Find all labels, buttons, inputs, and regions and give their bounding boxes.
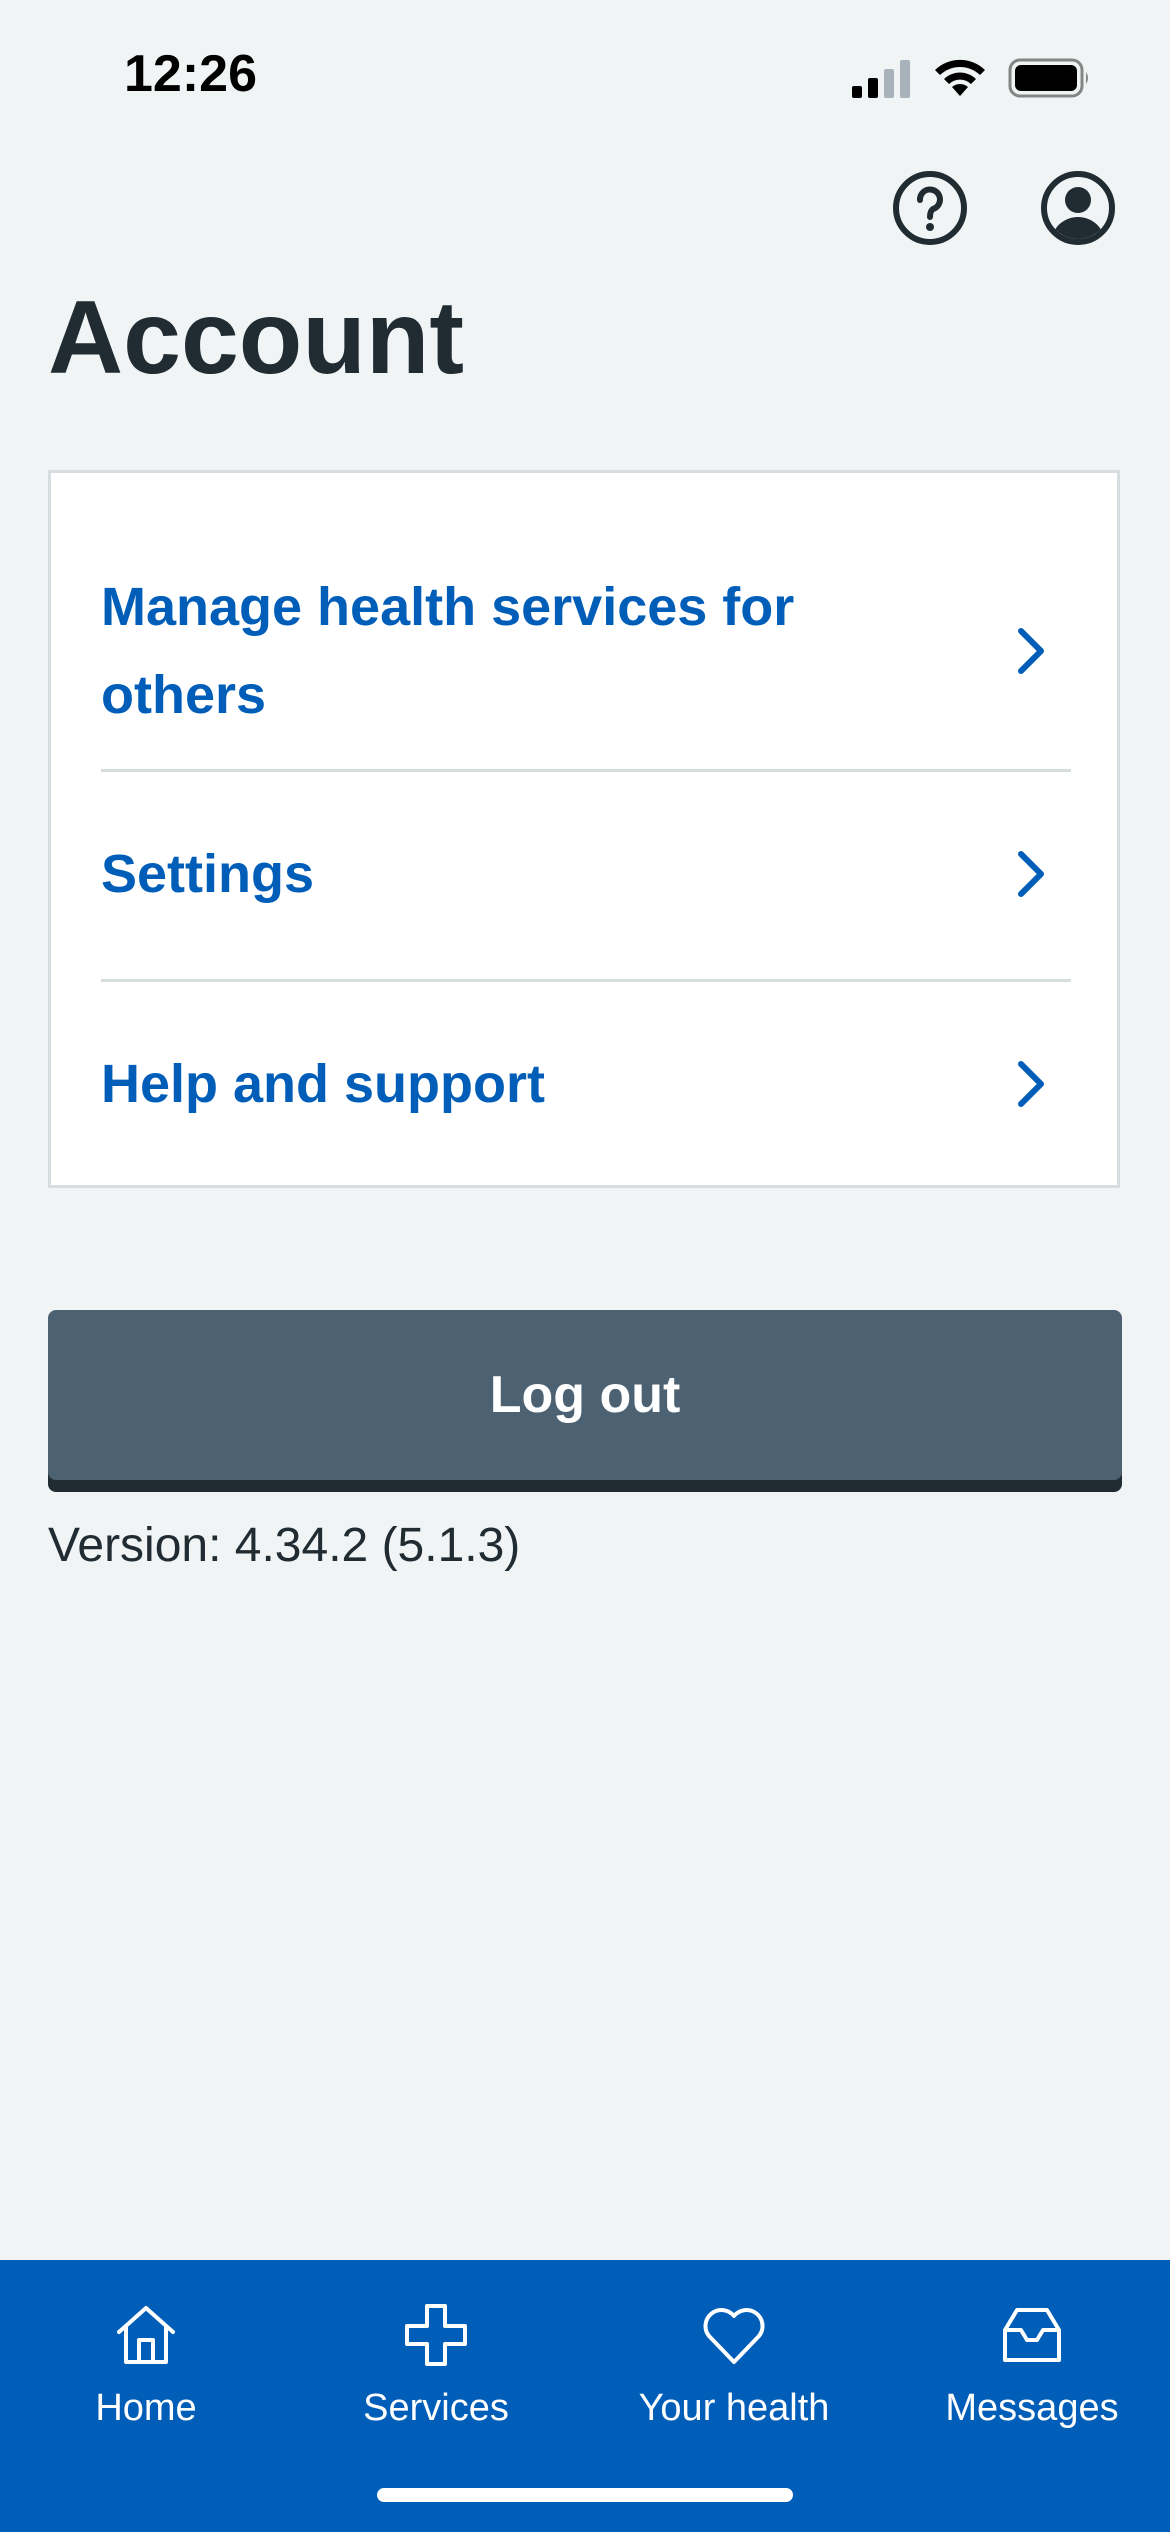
menu-item-settings[interactable]: Settings [101, 769, 1071, 979]
nav-tab-messages[interactable]: Messages [886, 2300, 1170, 2450]
cellular-signal-icon [852, 60, 910, 98]
user-profile-icon [1041, 171, 1115, 245]
menu-item-label: Help and support [101, 1054, 545, 1114]
nav-label: Home [95, 2387, 197, 2429]
nav-label: Services [363, 2387, 509, 2429]
menu-item-label: Manage health services for others [101, 577, 795, 725]
nav-label: Your health [638, 2387, 830, 2429]
status-time: 12:26 [124, 45, 257, 103]
menu-item-label: Settings [101, 844, 315, 904]
profile-button[interactable] [1038, 168, 1118, 248]
wifi-icon [935, 59, 985, 96]
status-icons [850, 54, 1100, 100]
nav-label: Messages [945, 2387, 1119, 2429]
page-title: Account [48, 280, 464, 396]
battery-icon [1008, 58, 1088, 98]
account-menu-card: Manage health services for others Settin… [48, 470, 1120, 1188]
status-bar: 12:26 [0, 0, 1170, 150]
nav-tab-your-health[interactable]: Your health [588, 2300, 880, 2450]
nav-tab-services[interactable]: Services [290, 2300, 582, 2450]
app-version-text: Version: 4.34.2 (5.1.3) [48, 1519, 521, 1572]
inbox-icon [1003, 2308, 1061, 2362]
chevron-right-icon [1018, 851, 1044, 897]
help-button[interactable] [890, 168, 970, 248]
log-out-button[interactable]: Log out [48, 1310, 1122, 1480]
home-icon [117, 2306, 175, 2364]
heart-icon [703, 2308, 765, 2364]
help-question-icon [893, 171, 967, 245]
home-indicator[interactable] [377, 2488, 793, 2502]
menu-item-help-and-support[interactable]: Help and support [101, 979, 1071, 1189]
plus-cross-icon [405, 2304, 467, 2366]
chevron-right-icon [1018, 1061, 1044, 1107]
chevron-right-icon [1018, 628, 1044, 674]
menu-item-manage-health-services[interactable]: Manage health services for others [101, 533, 1071, 769]
nav-tab-home[interactable]: Home [0, 2300, 292, 2450]
